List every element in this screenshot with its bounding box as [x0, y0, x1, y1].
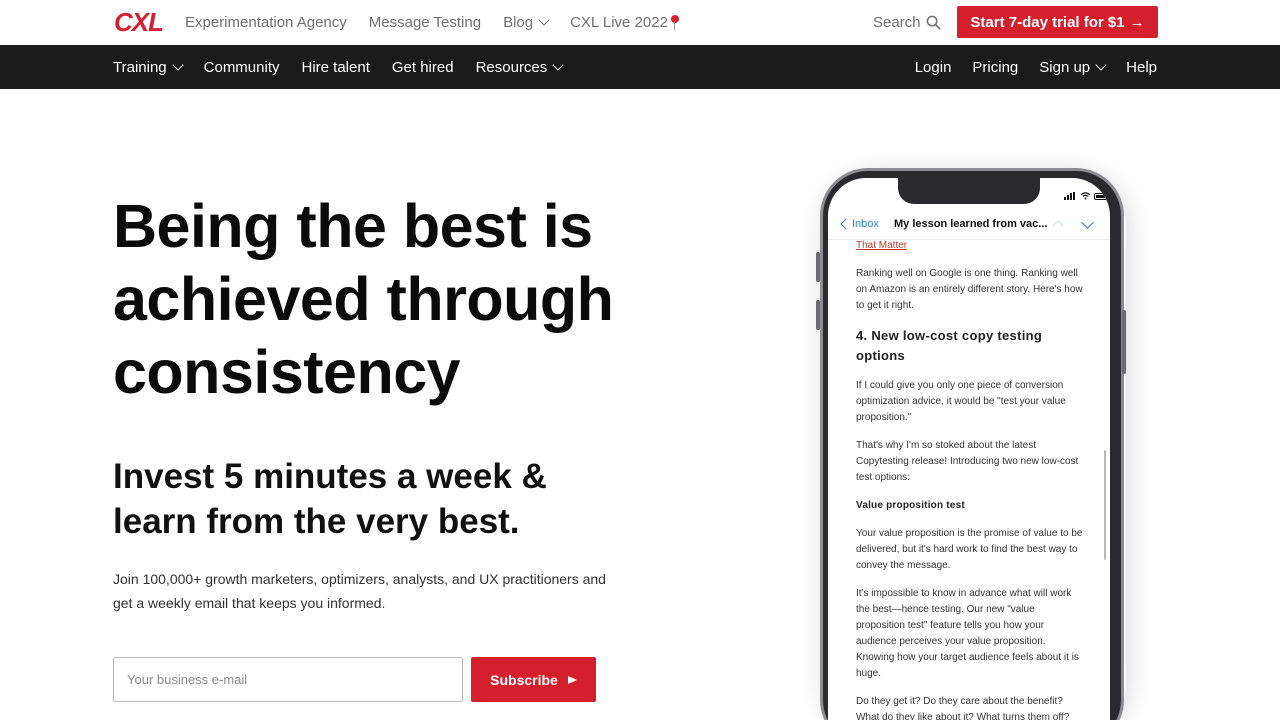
chevron-up-icon[interactable]	[1052, 220, 1064, 232]
mail-header: Inbox My lesson learned from vac...	[828, 212, 1110, 240]
inbox-back-button[interactable]: Inbox	[840, 218, 879, 230]
battery-icon	[1094, 192, 1108, 200]
cxl-logo[interactable]: CXL	[114, 6, 164, 38]
nav-label: Login	[914, 58, 952, 76]
back-label: Inbox	[852, 218, 879, 230]
mail-subheading: Value proposition test	[856, 500, 965, 511]
subscribe-label: Subscribe	[490, 671, 558, 688]
nav-label: Get hired	[391, 58, 454, 76]
chevron-down-icon	[538, 14, 550, 26]
headline-line: Being the best is	[113, 192, 593, 260]
nav-label: Sign up	[1039, 58, 1091, 76]
mail-paragraph: If I could give you only one piece of co…	[856, 380, 1066, 423]
hero-headline: Being the best is achieved through consi…	[113, 190, 673, 409]
nav-label: Help	[1126, 58, 1157, 76]
phone-screen: Inbox My lesson learned from vac... That…	[828, 178, 1110, 720]
nav-pricing[interactable]: Pricing	[972, 59, 1018, 76]
mail-heading: 4. New low-cost copy testing options	[856, 328, 1043, 363]
description-line: get a weekly email that keeps you inform…	[113, 595, 386, 611]
nav-label: Pricing	[972, 58, 1019, 76]
topnav-experimentation-agency[interactable]: Experimentation Agency	[185, 14, 347, 31]
chevron-down-icon	[171, 58, 184, 71]
mail-paragraph: Do they get it? Do they care about the b…	[856, 696, 1070, 720]
topnav-message-testing[interactable]: Message Testing	[369, 14, 481, 31]
top-nav: Experimentation Agency Message Testing B…	[185, 0, 701, 45]
subhead-line: Invest 5 minutes a week &	[113, 457, 547, 496]
email-field[interactable]	[113, 657, 463, 702]
map-pin-icon	[670, 15, 679, 30]
phone-notch	[898, 178, 1040, 204]
nav-label: Resources	[475, 58, 548, 76]
nav-training[interactable]: Training	[113, 58, 184, 76]
nav-login[interactable]: Login	[915, 59, 952, 76]
nav-sign-up[interactable]: Sign up	[1039, 58, 1107, 76]
hero-description: Join 100,000+ growth marketers, optimize…	[113, 567, 643, 615]
phone-side-button	[1122, 310, 1126, 374]
topnav-cxl-live[interactable]: CXL Live 2022	[570, 14, 679, 31]
search-link[interactable]: Search	[873, 0, 941, 45]
trial-button-label: Start 7-day trial for $1	[970, 13, 1125, 31]
description-line: Join 100,000+ growth marketers, optimize…	[113, 571, 606, 587]
topnav-label: Blog	[503, 14, 534, 31]
status-bar	[1064, 192, 1108, 200]
main-nav: Training Community Hire talent Get hired…	[0, 45, 1280, 89]
phone-side-button	[816, 252, 820, 282]
nav-hire-talent[interactable]: Hire talent	[302, 59, 370, 76]
chevron-left-icon	[840, 218, 852, 230]
subhead-line: learn from the very best.	[113, 502, 520, 541]
nav-get-hired[interactable]: Get hired	[392, 59, 454, 76]
mail-paragraph: It's impossible to know in advance what …	[856, 588, 1079, 679]
arrow-right-icon: →	[1129, 13, 1145, 31]
phone-side-button	[816, 300, 820, 330]
headline-line: achieved through	[113, 265, 614, 333]
topnav-blog[interactable]: Blog	[503, 14, 550, 31]
search-icon	[926, 15, 940, 30]
chevron-down-icon	[552, 58, 564, 71]
search-label: Search	[873, 14, 921, 31]
nav-help[interactable]: Help	[1126, 59, 1157, 76]
mail-subject: My lesson learned from vac...	[894, 218, 1048, 230]
scrollbar[interactable]	[1104, 450, 1106, 560]
chevron-down-icon[interactable]	[1081, 216, 1094, 229]
wifi-icon	[1080, 192, 1091, 200]
top-bar: CXL Experimentation Agency Message Testi…	[0, 0, 1280, 45]
mail-link[interactable]: That Matter	[856, 238, 1086, 254]
mail-paragraph: Ranking well on Google is one thing. Ran…	[856, 268, 1083, 311]
topnav-label: CXL Live 2022	[570, 14, 668, 31]
nav-label: Hire talent	[301, 58, 370, 76]
signal-icon	[1064, 192, 1076, 200]
topnav-label: Experimentation Agency	[185, 14, 347, 31]
topnav-label: Message Testing	[368, 14, 482, 31]
nav-resources[interactable]: Resources	[475, 58, 564, 76]
mail-body: That Matter Ranking well on Google is on…	[856, 238, 1086, 720]
mail-paragraph: That's why I'm so stoked about the lates…	[856, 440, 1079, 483]
nav-community[interactable]: Community	[204, 59, 280, 76]
start-trial-button[interactable]: Start 7-day trial for $1 →	[957, 6, 1158, 38]
nav-label: Training	[113, 58, 167, 76]
headline-line: consistency	[113, 338, 461, 406]
send-arrow-icon	[567, 675, 577, 684]
nav-label: Community	[203, 58, 280, 76]
subscribe-button[interactable]: Subscribe	[471, 657, 596, 702]
mail-paragraph: Your value proposition is the promise of…	[856, 528, 1083, 571]
hero-subheadline: Invest 5 minutes a week & learn from the…	[113, 454, 673, 544]
chevron-down-icon	[1095, 58, 1107, 71]
